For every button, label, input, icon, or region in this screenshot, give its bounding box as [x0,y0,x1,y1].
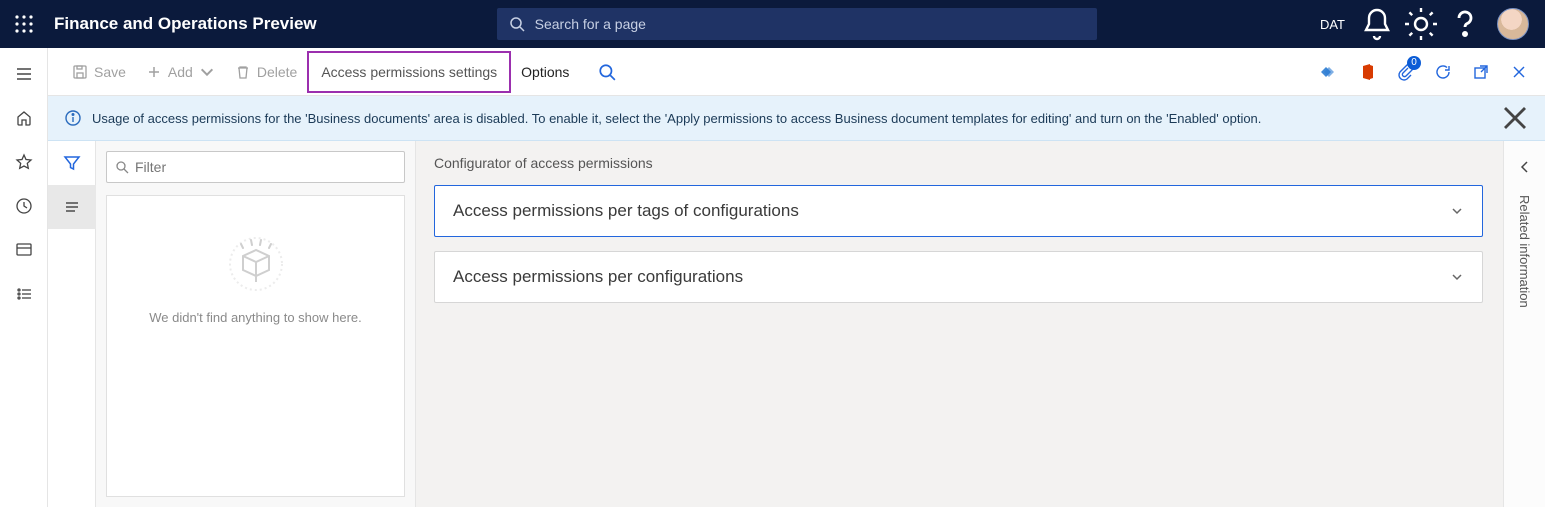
popout-button[interactable] [1463,54,1499,90]
nav-menu-button[interactable] [0,52,48,96]
star-icon [15,153,33,171]
help-button[interactable] [1445,0,1485,48]
gear-icon [1401,4,1441,44]
options-button[interactable]: Options [511,54,579,90]
attachments-count-badge: 0 [1407,56,1421,70]
dataverse-button[interactable] [1311,54,1347,90]
list-panel: We didn't find anything to show here. [96,141,416,507]
delete-button: Delete [225,54,307,90]
info-banner: Usage of access permissions for the 'Bus… [48,96,1545,141]
notifications-button[interactable] [1357,0,1397,48]
office-button[interactable] [1349,54,1385,90]
close-icon [1501,104,1529,132]
section-per-tags[interactable]: Access permissions per tags of configura… [434,185,1483,237]
save-label: Save [94,64,126,80]
app-title: Finance and Operations Preview [48,14,317,34]
top-bar: Finance and Operations Preview Search fo… [0,0,1545,48]
save-icon [72,64,88,80]
list-icon [63,198,81,216]
detail-title: Configurator of access permissions [434,155,1483,171]
funnel-icon [63,154,81,172]
close-icon [1510,63,1528,81]
question-icon [1445,4,1485,44]
filter-input[interactable] [135,159,396,175]
filter-pane [48,141,96,507]
refresh-button[interactable] [1425,54,1461,90]
search-icon [509,16,525,32]
access-permissions-settings-button[interactable]: Access permissions settings [307,51,511,93]
workspace-icon [15,241,33,259]
filter-input-wrap[interactable] [106,151,405,183]
chevron-down-icon [199,64,215,80]
action-bar: Save Add Delete Access permissions setti… [48,48,1545,96]
empty-list-card: We didn't find anything to show here. [106,195,405,497]
plus-icon [146,64,162,80]
top-right-controls: DAT [1312,0,1537,48]
close-button[interactable] [1501,54,1537,90]
attachments-button[interactable]: 0 [1387,54,1423,90]
detail-panel: Configurator of access permissions Acces… [416,141,1503,507]
chevron-down-icon [1450,270,1464,284]
add-button: Add [136,54,225,90]
options-label: Options [521,64,569,80]
empty-box-icon [221,226,291,296]
empty-message: We didn't find anything to show here. [149,310,362,325]
action-search-button[interactable] [589,54,625,90]
related-info-label: Related information [1517,195,1532,308]
office-icon [1358,63,1376,81]
action-bar-right: 0 [1311,54,1537,90]
info-banner-message: Usage of access permissions for the 'Bus… [92,111,1501,126]
add-label: Add [168,64,193,80]
list-view-button[interactable] [48,185,96,229]
waffle-icon [15,15,33,33]
access-permissions-label: Access permissions settings [321,64,497,80]
trash-icon [235,64,251,80]
user-avatar[interactable] [1497,8,1529,40]
search-icon [598,63,616,81]
popout-icon [1472,63,1490,81]
related-info-expand-button[interactable] [1504,149,1545,185]
delete-label: Delete [257,64,297,80]
nav-modules-button[interactable] [0,272,48,316]
company-picker[interactable]: DAT [1312,17,1353,32]
nav-favorites-button[interactable] [0,140,48,184]
clock-icon [15,197,33,215]
hamburger-icon [15,65,33,83]
app-launcher-button[interactable] [0,0,48,48]
settings-button[interactable] [1401,0,1441,48]
section-per-configs-title: Access permissions per configurations [453,267,743,287]
right-rail: Related information [1503,141,1545,507]
nav-workspaces-button[interactable] [0,228,48,272]
filter-button[interactable] [48,141,96,185]
global-search-placeholder: Search for a page [535,16,646,32]
home-icon [15,109,33,127]
info-icon [64,109,82,127]
section-per-configs[interactable]: Access permissions per configurations [434,251,1483,303]
diamond-icon [1320,63,1338,81]
section-per-tags-title: Access permissions per tags of configura… [453,201,799,221]
global-search[interactable]: Search for a page [497,8,1097,40]
bell-icon [1357,4,1397,44]
left-nav [0,48,48,507]
info-banner-close-button[interactable] [1501,104,1529,132]
save-button: Save [62,54,136,90]
chevron-left-icon [1518,160,1532,174]
chevron-down-icon [1450,204,1464,218]
nav-home-button[interactable] [0,96,48,140]
search-icon [115,160,129,174]
refresh-icon [1434,63,1452,81]
modules-icon [15,285,33,303]
nav-recent-button[interactable] [0,184,48,228]
